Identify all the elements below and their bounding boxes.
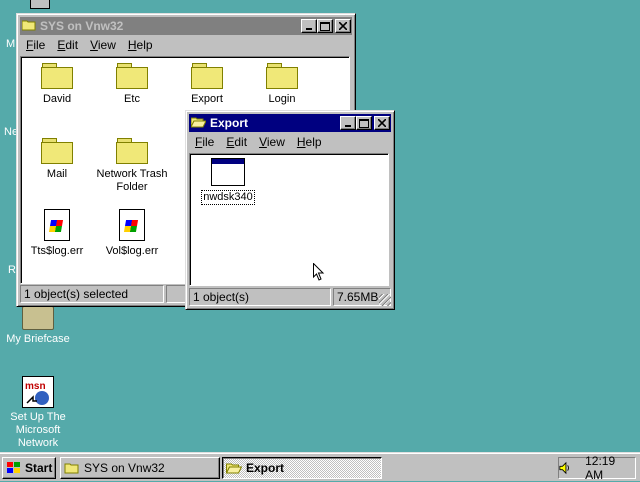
menu-view[interactable]: View bbox=[253, 135, 291, 149]
item-label: Mail bbox=[46, 168, 68, 180]
svg-text:msn: msn bbox=[25, 381, 46, 392]
mouse-cursor-icon bbox=[313, 263, 325, 281]
maximize-icon bbox=[359, 118, 369, 128]
list-item[interactable]: Tts$log.err bbox=[17, 209, 97, 258]
desktop-clipped-label: R bbox=[8, 264, 16, 276]
folder-icon bbox=[64, 463, 79, 474]
open-folder-icon bbox=[190, 116, 207, 131]
taskbar-button-label: Export bbox=[246, 461, 285, 475]
list-item[interactable]: Etc bbox=[92, 63, 172, 106]
window-title: Export bbox=[210, 116, 249, 130]
item-label: Tts$log.err bbox=[30, 245, 84, 257]
minimize-button[interactable] bbox=[301, 19, 317, 33]
menu-view[interactable]: View bbox=[84, 38, 122, 52]
taskbar: Start SYS on Vnw32 Export 12:19 AM bbox=[0, 452, 640, 482]
item-label: nwdsk340 bbox=[201, 190, 255, 205]
item-label: Export bbox=[191, 93, 223, 105]
status-bar: 1 object(s) 7.65MB bbox=[189, 288, 391, 306]
desktop-icon-label: Set Up The Microsoft Network bbox=[10, 411, 66, 449]
minimize-icon bbox=[306, 28, 312, 30]
close-button[interactable] bbox=[374, 116, 390, 130]
open-folder-icon bbox=[226, 463, 242, 474]
minimize-button[interactable] bbox=[340, 116, 356, 130]
log-file-icon bbox=[44, 209, 70, 241]
list-item[interactable]: Export bbox=[167, 63, 247, 106]
taskbar-button-export[interactable]: Export bbox=[222, 457, 382, 479]
maximize-button[interactable] bbox=[317, 19, 333, 33]
start-label: Start bbox=[25, 461, 53, 475]
system-tray: 12:19 AM bbox=[558, 454, 636, 482]
windows-logo-icon bbox=[7, 462, 20, 473]
folder-icon bbox=[41, 63, 73, 89]
list-item[interactable]: David bbox=[17, 63, 97, 106]
folder-icon bbox=[266, 63, 298, 89]
taskbar-button-sys[interactable]: SYS on Vnw32 bbox=[60, 457, 220, 479]
window-titlebar[interactable]: Export bbox=[189, 114, 391, 132]
list-item[interactable]: nwdsk340 bbox=[188, 158, 268, 205]
item-label: Network Trash Folder bbox=[96, 168, 168, 193]
start-button[interactable]: Start bbox=[2, 457, 56, 479]
menu-file[interactable]: File bbox=[189, 135, 220, 149]
folder-contents[interactable]: nwdsk340 bbox=[189, 153, 389, 286]
close-icon bbox=[378, 119, 386, 127]
status-text: 1 object(s) bbox=[189, 288, 331, 306]
item-label: David bbox=[42, 93, 72, 105]
taskbar-button-label: SYS on Vnw32 bbox=[84, 461, 165, 475]
folder-icon bbox=[116, 138, 148, 164]
msn-logo-icon: msn bbox=[25, 381, 49, 405]
window-title: SYS on Vnw32 bbox=[40, 19, 124, 33]
menu-help[interactable]: Help bbox=[291, 135, 328, 149]
item-label: Etc bbox=[124, 93, 140, 105]
close-icon bbox=[339, 22, 347, 30]
folder-icon bbox=[191, 63, 223, 89]
item-label: Vol$log.err bbox=[105, 245, 159, 257]
list-item[interactable]: Network Trash Folder bbox=[92, 138, 172, 194]
resize-grip[interactable] bbox=[379, 294, 391, 306]
menu-bar: File Edit View Help bbox=[189, 133, 391, 151]
minimize-icon bbox=[345, 125, 351, 127]
list-item[interactable]: Mail bbox=[17, 138, 97, 181]
desktop-icon-label: My Briefcase bbox=[6, 333, 70, 345]
desktop-icon-my-briefcase[interactable]: My Briefcase bbox=[1, 306, 75, 346]
briefcase-icon bbox=[22, 306, 54, 330]
menu-file[interactable]: File bbox=[20, 38, 51, 52]
window-titlebar[interactable]: SYS on Vnw32 bbox=[20, 17, 352, 35]
list-item[interactable]: Vol$log.err bbox=[92, 209, 172, 258]
menu-help[interactable]: Help bbox=[122, 38, 159, 52]
folder-icon bbox=[41, 138, 73, 164]
desktop-icon-msn-setup[interactable]: msn Set Up The Microsoft Network bbox=[1, 376, 75, 450]
menu-edit[interactable]: Edit bbox=[220, 135, 253, 149]
desktop-icon-partial bbox=[30, 0, 50, 9]
list-item[interactable]: Login bbox=[242, 63, 322, 106]
msn-icon: msn bbox=[22, 376, 54, 408]
log-file-icon bbox=[119, 209, 145, 241]
program-icon bbox=[211, 158, 245, 186]
maximize-button[interactable] bbox=[356, 116, 372, 130]
menu-bar: File Edit View Help bbox=[20, 36, 352, 54]
desktop-clipped-label: M bbox=[6, 38, 16, 50]
folder-icon bbox=[116, 63, 148, 89]
folder-icon bbox=[21, 19, 36, 34]
maximize-icon bbox=[320, 21, 330, 31]
speaker-icon[interactable] bbox=[559, 461, 571, 475]
window-export[interactable]: Export File Edit View Help nwdsk340 1 ob… bbox=[185, 110, 395, 310]
clock[interactable]: 12:19 AM bbox=[585, 454, 629, 482]
status-text: 1 object(s) selected bbox=[20, 285, 164, 303]
menu-edit[interactable]: Edit bbox=[51, 38, 84, 52]
close-button[interactable] bbox=[335, 19, 351, 33]
item-label: Login bbox=[268, 93, 296, 105]
